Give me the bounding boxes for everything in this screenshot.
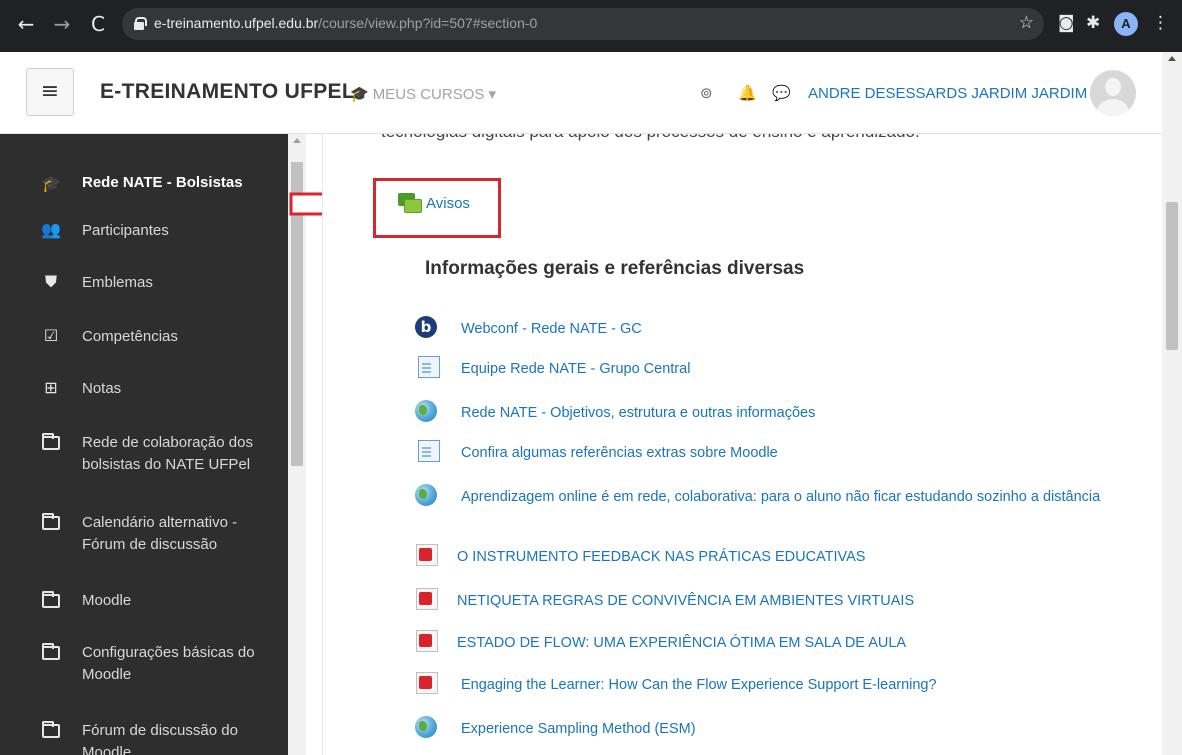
sidebar-item-label: Participantes: [82, 222, 169, 239]
sidebar-item-label: Emblemas: [82, 274, 153, 291]
sidebar-item-label: Rede NATE - Bolsistas: [82, 174, 243, 191]
address-bar[interactable]: e-treinamento.ufpel.edu.br/course/view.p…: [122, 8, 1044, 40]
folder-icon: [40, 642, 62, 664]
activity-item[interactable]: Confira algumas referências extras sobre…: [415, 440, 1115, 466]
nav-drawer: 🎓 Rede NATE - Bolsistas 👥 Participantes …: [0, 134, 290, 755]
activity-link[interactable]: ESTADO DE FLOW: UMA EXPERIÊNCIA ÓTIMA EM…: [457, 632, 1097, 654]
activity-link[interactable]: Confira algumas referências extras sobre…: [461, 442, 1101, 464]
activity-item[interactable]: O INSTRUMENTO FEEDBACK NAS PRÁTICAS EDUC…: [415, 544, 1115, 570]
activity-item[interactable]: Aprendizagem online é em rede, colaborat…: [415, 484, 1115, 532]
puzzle-icon[interactable]: ✱: [1086, 13, 1100, 33]
activity-item[interactable]: Engaging the Learner: How Can the Flow E…: [415, 672, 1115, 698]
forum-icon: [398, 193, 422, 215]
bigbluebutton-icon: b: [415, 316, 437, 338]
language-globe-icon[interactable]: ⊚: [700, 84, 713, 102]
forward-icon[interactable]: →: [50, 12, 74, 36]
activity-link[interactable]: Engaging the Learner: How Can the Flow E…: [461, 674, 1101, 696]
sidebar-item-section-2[interactable]: Calendário alternativo - Fórum de discus…: [0, 512, 288, 560]
extension-icon[interactable]: ◙: [1058, 13, 1075, 33]
folder-icon: [40, 590, 62, 612]
scroll-thumb[interactable]: [1166, 202, 1178, 350]
user-menu[interactable]: ANDRE DESESSARDS JARDIM JARDIM: [808, 85, 1087, 102]
folder-icon: [40, 720, 62, 742]
sidebar-item-section-5[interactable]: Fórum de discussão do Moodle: [0, 720, 288, 755]
avisos-link[interactable]: Avisos: [426, 195, 470, 212]
activity-link[interactable]: O INSTRUMENTO FEEDBACK NAS PRÁTICAS EDUC…: [457, 546, 1097, 568]
url-path: /course/view.php?id=507#section-0: [318, 15, 538, 31]
folder-icon: [40, 512, 62, 534]
profile-avatar[interactable]: A: [1114, 12, 1138, 36]
scroll-up-icon[interactable]: [293, 138, 301, 143]
graduation-cap-icon: 🎓: [41, 174, 61, 193]
sidebar-item-label: Fórum de discussão do Moodle: [82, 722, 238, 755]
sidebar-item-participants[interactable]: 👥 Participantes: [0, 220, 288, 250]
section-title: Informações gerais e referências diversa…: [425, 258, 805, 279]
sidebar-item-label: Calendário alternativo - Fórum de discus…: [82, 514, 238, 553]
pdf-icon: [416, 672, 438, 694]
my-courses-menu[interactable]: 🎓 MEUS CURSOS ▾: [350, 85, 496, 103]
page-icon: [418, 356, 440, 378]
sidebar-item-label: Rede de colaboração dos bolsistas do NAT…: [82, 434, 253, 473]
bookmark-star-icon[interactable]: ☆: [1019, 13, 1034, 33]
my-courses-label: MEUS CURSOS ▾: [372, 86, 497, 103]
sidebar-item-label: Moodle: [82, 592, 132, 609]
activity-item[interactable]: NETIQUETA REGRAS DE CONVIVÊNCIA EM AMBIE…: [415, 588, 1115, 614]
graduation-cap-icon: 🎓: [350, 85, 369, 103]
back-icon[interactable]: ←: [14, 12, 38, 36]
folder-icon: [40, 432, 62, 454]
activity-item[interactable]: b Webconf - Rede NATE - GC: [415, 316, 1115, 342]
user-avatar[interactable]: [1090, 70, 1136, 116]
pdf-icon: [416, 588, 438, 610]
scroll-up-icon[interactable]: [1168, 56, 1176, 61]
activity-item[interactable]: Equipe Rede NATE - Grupo Central: [415, 356, 1115, 382]
users-icon: 👥: [41, 220, 61, 239]
course-content: tecnologias digitais para apoio dos proc…: [322, 134, 1150, 755]
page-scrollbar[interactable]: [1162, 52, 1182, 755]
browser-toolbar: ← → C e-treinamento.ufpel.edu.br/course/…: [0, 0, 1182, 52]
shield-icon: ⛊: [44, 272, 57, 291]
drawer-toggle-button[interactable]: ≡: [26, 68, 74, 116]
url-host: e-treinamento.ufpel.edu.br: [154, 15, 319, 31]
activity-link[interactable]: Webconf - Rede NATE - GC: [461, 318, 1101, 340]
activity-link[interactable]: Aprendizagem online é em rede, colaborat…: [461, 486, 1101, 508]
sidebar-item-competencies[interactable]: ☑ Competências: [0, 326, 288, 356]
sidebar-item-badges[interactable]: ⛊ Emblemas: [0, 272, 288, 302]
activity-item[interactable]: ESTADO DE FLOW: UMA EXPERIÊNCIA ÓTIMA EM…: [415, 630, 1115, 656]
url-globe-icon: [415, 484, 437, 506]
messages-icon[interactable]: 💬: [772, 84, 791, 102]
lock-icon: [134, 17, 147, 30]
activity-link[interactable]: Experience Sampling Method (ESM): [461, 718, 1101, 740]
pdf-icon: [416, 544, 438, 566]
sidebar-item-label: Notas: [82, 380, 122, 397]
notification-bell-icon[interactable]: 🔔: [738, 84, 757, 102]
site-brand[interactable]: E-TREINAMENTO UFPEL: [100, 80, 355, 104]
avisos-highlight: Avisos: [373, 178, 501, 238]
reload-icon[interactable]: C: [86, 12, 110, 36]
sidebar-item-section-4[interactable]: Configurações básicas do Moodle: [0, 642, 288, 690]
menu-kebab-icon[interactable]: ⋮: [1152, 13, 1169, 33]
section-summary-text: tecnologias digitais para apoio dos proc…: [381, 134, 920, 142]
table-icon: ⊞: [44, 378, 58, 397]
page-icon: [418, 440, 440, 462]
sidebar-item-section-3[interactable]: Moodle: [0, 590, 288, 620]
activity-item[interactable]: Experience Sampling Method (ESM): [415, 716, 1115, 742]
url-text[interactable]: e-treinamento.ufpel.edu.br/course/view.p…: [154, 15, 537, 31]
activity-item[interactable]: Rede NATE - Objetivos, estrutura e outra…: [415, 400, 1115, 426]
pdf-icon: [416, 630, 438, 652]
sidebar-item-label: Competências: [82, 328, 178, 345]
activity-link[interactable]: Equipe Rede NATE - Grupo Central: [461, 358, 1101, 380]
url-globe-icon: [415, 716, 437, 738]
activity-link[interactable]: Rede NATE - Objetivos, estrutura e outra…: [461, 402, 1101, 424]
activity-link[interactable]: NETIQUETA REGRAS DE CONVIVÊNCIA EM AMBIE…: [457, 590, 1097, 612]
sidebar-item-label: Configurações básicas do Moodle: [82, 644, 255, 683]
checkbox-icon: ☑: [43, 326, 59, 345]
sidebar-item-section-1[interactable]: Rede de colaboração dos bolsistas do NAT…: [0, 432, 288, 480]
sidebar-item-course[interactable]: 🎓 Rede NATE - Bolsistas: [0, 172, 288, 202]
url-globe-icon: [415, 400, 437, 422]
sidebar-item-grades[interactable]: ⊞ Notas: [0, 378, 288, 408]
moodle-navbar: ≡ E-TREINAMENTO UFPEL 🎓 MEUS CURSOS ▾ ⊚ 🔔…: [0, 52, 1162, 134]
